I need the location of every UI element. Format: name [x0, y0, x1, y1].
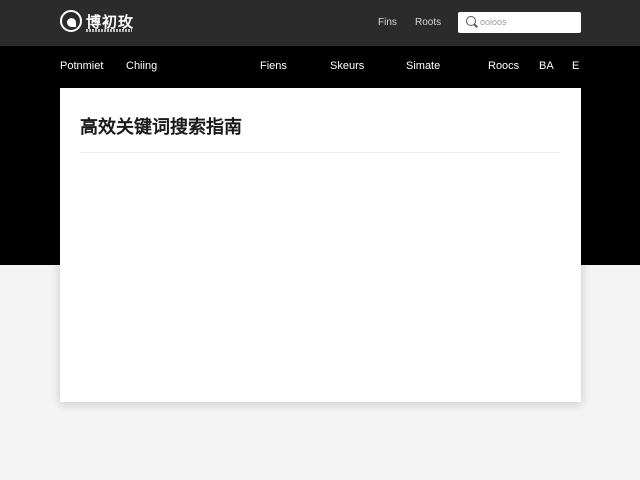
- nav-item-skeurs[interactable]: Skeurs: [330, 59, 364, 73]
- nav-item-fiens[interactable]: Fiens: [260, 59, 287, 73]
- header-link-fins[interactable]: Fins: [378, 17, 397, 29]
- site-logo[interactable]: 博初玫: [60, 10, 180, 36]
- nav-item-e[interactable]: E: [572, 59, 579, 73]
- nav-item-simate[interactable]: Simate: [406, 59, 440, 73]
- search-box[interactable]: [458, 12, 581, 33]
- article-title: 高效关键词搜索指南: [80, 117, 242, 138]
- search-input[interactable]: [480, 15, 575, 29]
- nav-item-chiing[interactable]: Chiing: [126, 59, 157, 73]
- search-icon: [466, 16, 476, 26]
- logo-icon: [60, 10, 82, 32]
- header-link-roots[interactable]: Roots: [415, 17, 441, 29]
- nav-item-ba[interactable]: BA: [539, 59, 554, 73]
- page: 博初玫 Fins Roots Potnmiet Chiing Fiens Ske…: [0, 0, 640, 480]
- nav-item-roocs[interactable]: Roocs: [488, 59, 519, 73]
- nav-item-potnmiet[interactable]: Potnmiet: [60, 59, 103, 73]
- article-card: 高效关键词搜索指南: [60, 88, 581, 402]
- title-divider: [80, 152, 560, 153]
- logo-tagline: [86, 29, 132, 32]
- top-bar: 博初玫 Fins Roots: [0, 0, 640, 46]
